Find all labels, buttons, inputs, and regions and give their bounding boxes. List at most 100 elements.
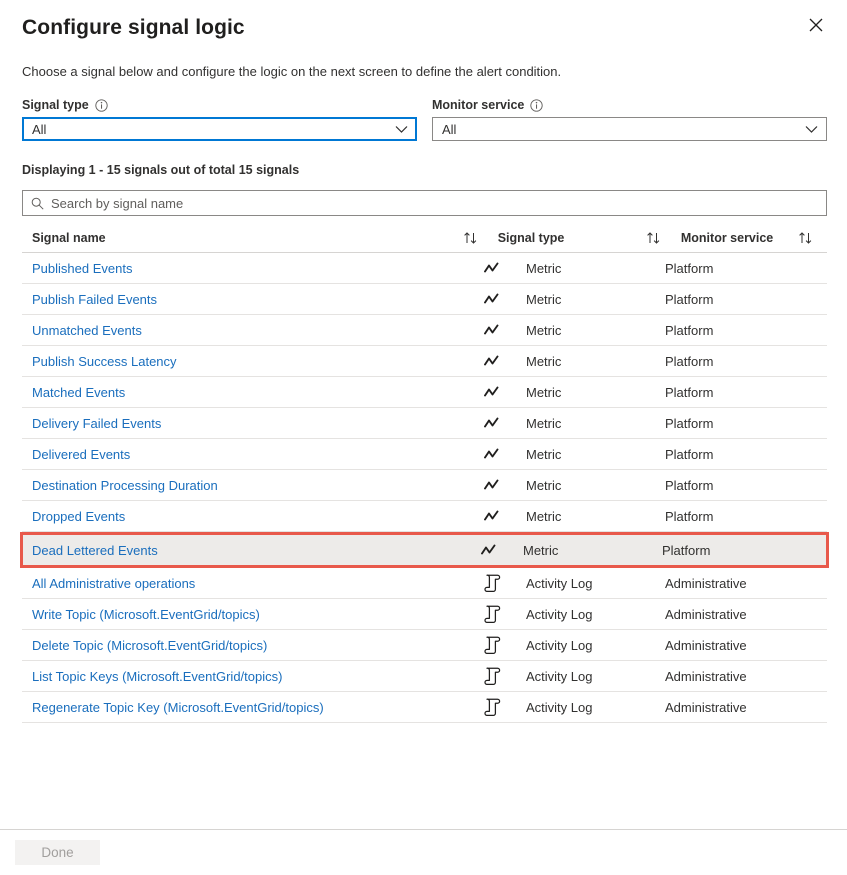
table-row[interactable]: Publish Failed Events MetricPlatform: [22, 284, 827, 315]
monitor-service-value: Administrative: [662, 576, 812, 591]
table-row[interactable]: Regenerate Topic Key (Microsoft.EventGri…: [22, 692, 827, 723]
monitor-service-value: Platform: [662, 385, 812, 400]
table-row[interactable]: Publish Success Latency MetricPlatform: [22, 346, 827, 377]
panel-header: Configure signal logic: [0, 0, 847, 42]
monitor-service-value: Platform: [662, 323, 812, 338]
signal-name-link[interactable]: Write Topic (Microsoft.EventGrid/topics): [22, 607, 474, 622]
activity-log-scroll-icon: [474, 605, 510, 624]
filters-row: Signal type All Monitor service: [0, 97, 847, 141]
sort-button-monitor-service[interactable]: [798, 232, 827, 244]
signal-type-label-row: Signal type: [22, 97, 417, 113]
metric-line-chart-icon: [474, 324, 510, 337]
monitor-service-dropdown[interactable]: All: [432, 117, 827, 141]
monitor-service-value: Administrative: [662, 700, 812, 715]
column-header-signal-type[interactable]: Signal type: [498, 231, 646, 245]
metric-line-chart-icon: [474, 355, 510, 368]
done-button[interactable]: Done: [15, 840, 100, 865]
signal-name-link[interactable]: Publish Success Latency: [22, 354, 474, 369]
close-button[interactable]: [801, 10, 831, 40]
page-title: Configure signal logic: [22, 14, 827, 42]
signal-name-link[interactable]: Destination Processing Duration: [22, 478, 474, 493]
table-row[interactable]: Delete Topic (Microsoft.EventGrid/topics…: [22, 630, 827, 661]
monitor-service-value: Platform: [662, 261, 812, 276]
metric-line-chart-icon: [474, 386, 510, 399]
description-text: Choose a signal below and configure the …: [0, 63, 847, 81]
signal-name-link[interactable]: Publish Failed Events: [22, 292, 474, 307]
table-row[interactable]: Matched Events MetricPlatform: [22, 377, 827, 408]
table-row[interactable]: Delivery Failed Events MetricPlatform: [22, 408, 827, 439]
column-header-monitor-service[interactable]: Monitor service: [681, 231, 798, 245]
signal-type-value: All: [32, 122, 46, 137]
metric-line-chart-icon: [474, 262, 510, 275]
activity-log-scroll-icon: [474, 636, 510, 655]
sort-ascending-descending-icon: [798, 232, 814, 244]
signal-type-dropdown[interactable]: All: [22, 117, 417, 141]
signal-name-link[interactable]: Regenerate Topic Key (Microsoft.EventGri…: [22, 700, 474, 715]
signal-name-link[interactable]: Delete Topic (Microsoft.EventGrid/topics…: [22, 638, 474, 653]
table-row[interactable]: Dead Lettered Events MetricPlatform: [20, 532, 829, 568]
monitor-service-value: Platform: [662, 354, 812, 369]
monitor-service-value: Platform: [659, 543, 809, 558]
signal-type-label: Signal type: [22, 97, 89, 113]
signal-name-link[interactable]: Dead Lettered Events: [23, 543, 471, 558]
table-row[interactable]: Destination Processing Duration MetricPl…: [22, 470, 827, 501]
monitor-service-value: Platform: [662, 509, 812, 524]
signal-type-value: Activity Log: [510, 700, 662, 715]
column-header-signal-name[interactable]: Signal name: [22, 231, 463, 245]
table-body: Published Events MetricPlatformPublish F…: [22, 253, 827, 723]
info-icon[interactable]: [95, 99, 108, 112]
metric-line-chart-icon: [471, 544, 507, 557]
signal-type-value: Metric: [510, 509, 662, 524]
metric-line-chart-icon: [474, 448, 510, 461]
signal-type-value: Activity Log: [510, 576, 662, 591]
signal-type-value: Metric: [510, 323, 662, 338]
metric-line-chart-icon: [474, 510, 510, 523]
signal-type-value: Metric: [510, 447, 662, 462]
signals-table: Signal name Signal type Monitor service: [22, 216, 827, 723]
signal-name-link[interactable]: All Administrative operations: [22, 576, 474, 591]
monitor-service-value: Administrative: [662, 669, 812, 684]
table-row[interactable]: Published Events MetricPlatform: [22, 253, 827, 284]
signal-type-value: Metric: [510, 416, 662, 431]
sort-ascending-descending-icon: [463, 232, 479, 244]
chevron-down-icon: [395, 125, 408, 134]
table-row[interactable]: List Topic Keys (Microsoft.EventGrid/top…: [22, 661, 827, 692]
table-row[interactable]: All Administrative operations Activity L…: [22, 568, 827, 599]
signal-type-value: Activity Log: [510, 669, 662, 684]
table-row[interactable]: Write Topic (Microsoft.EventGrid/topics)…: [22, 599, 827, 630]
monitor-service-value: All: [442, 122, 456, 137]
signal-type-value: Metric: [510, 478, 662, 493]
table-row[interactable]: Unmatched Events MetricPlatform: [22, 315, 827, 346]
signal-type-value: Metric: [507, 543, 659, 558]
signal-name-link[interactable]: Dropped Events: [22, 509, 474, 524]
info-icon[interactable]: [530, 99, 543, 112]
signal-name-link[interactable]: Delivered Events: [22, 447, 474, 462]
search-input[interactable]: [51, 196, 818, 211]
sort-button-signal-type[interactable]: [646, 232, 681, 244]
signal-type-value: Metric: [510, 354, 662, 369]
monitor-service-value: Platform: [662, 416, 812, 431]
table-header-row: Signal name Signal type Monitor service: [22, 216, 827, 253]
monitor-service-value: Platform: [662, 478, 812, 493]
signal-name-link[interactable]: Matched Events: [22, 385, 474, 400]
signal-type-value: Metric: [510, 292, 662, 307]
search-box[interactable]: [22, 190, 827, 216]
monitor-service-field: Monitor service All: [432, 97, 827, 141]
signal-name-link[interactable]: List Topic Keys (Microsoft.EventGrid/top…: [22, 669, 474, 684]
signal-type-value: Metric: [510, 261, 662, 276]
signal-name-link[interactable]: Delivery Failed Events: [22, 416, 474, 431]
metric-line-chart-icon: [474, 293, 510, 306]
results-count: Displaying 1 - 15 signals out of total 1…: [0, 163, 847, 177]
metric-line-chart-icon: [474, 417, 510, 430]
table-row[interactable]: Delivered Events MetricPlatform: [22, 439, 827, 470]
footer-bar: Done: [0, 829, 847, 875]
sort-button-signal-name[interactable]: [463, 232, 498, 244]
signal-name-link[interactable]: Published Events: [22, 261, 474, 276]
table-row[interactable]: Dropped Events MetricPlatform: [22, 501, 827, 532]
activity-log-scroll-icon: [474, 667, 510, 686]
signal-type-field: Signal type All: [22, 97, 417, 141]
signal-name-link[interactable]: Unmatched Events: [22, 323, 474, 338]
metric-line-chart-icon: [474, 479, 510, 492]
chevron-down-icon: [805, 125, 818, 134]
monitor-service-label: Monitor service: [432, 97, 524, 113]
